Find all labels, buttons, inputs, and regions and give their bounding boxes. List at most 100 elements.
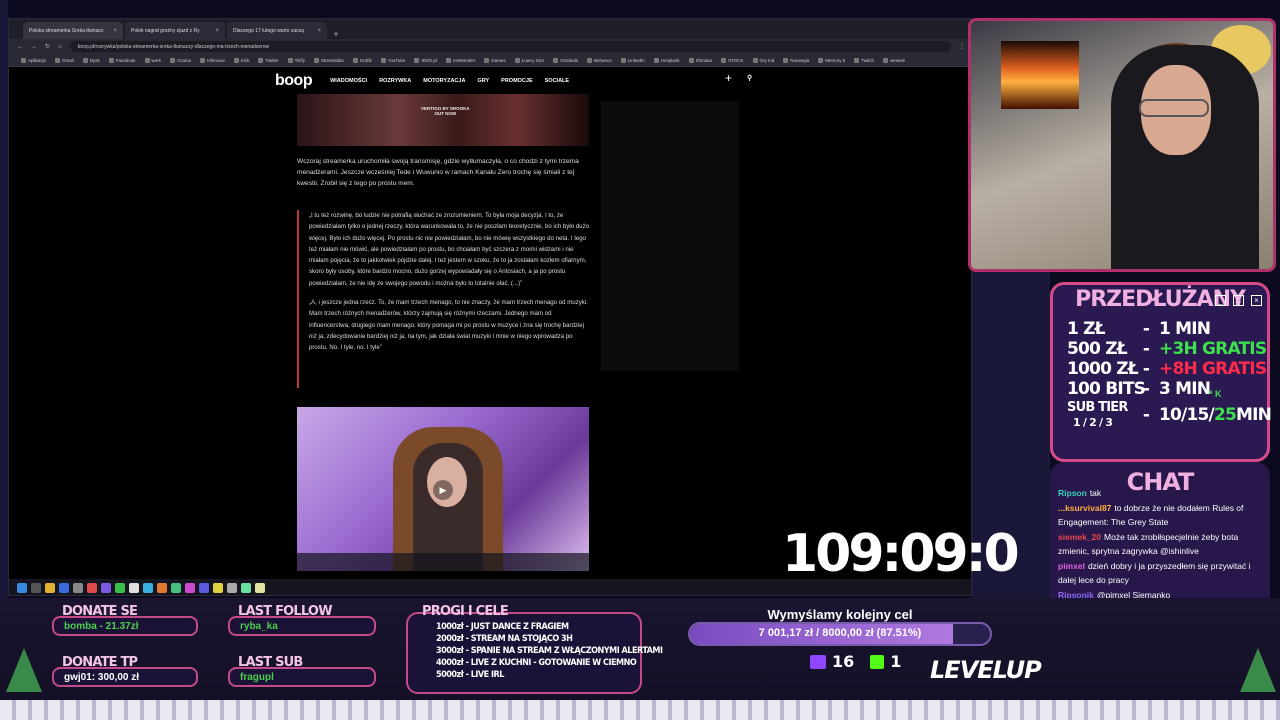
bookmark-item[interactable]: Behance xyxy=(587,57,612,63)
chat-username[interactable]: ...ksurvival87 xyxy=(1058,503,1111,513)
bookmark-item[interactable]: Gry Ind xyxy=(752,57,774,63)
forward-icon[interactable]: → xyxy=(31,44,37,50)
platform-sub-counts: 16 1 xyxy=(810,652,901,671)
bookmark-icon xyxy=(688,57,694,63)
bookmark-item[interactable]: LinkedIn xyxy=(620,57,645,63)
app-icon[interactable] xyxy=(101,583,111,593)
bookmark-label: IRZO.pl xyxy=(421,57,437,63)
back-icon[interactable]: ← xyxy=(17,44,23,50)
app-icon[interactable] xyxy=(73,583,83,593)
play-icon[interactable]: ▶ xyxy=(433,480,453,500)
home-icon[interactable]: ⌂ xyxy=(58,44,62,50)
nav-item[interactable]: GRY xyxy=(477,78,489,84)
app-icon[interactable] xyxy=(129,583,139,593)
bookmark-item[interactable]: Oculus xyxy=(170,57,191,63)
article-quote: „I tu też rozwinę, bo ludzie nie potrafi… xyxy=(297,210,589,388)
app-icon[interactable] xyxy=(157,583,167,593)
app-icon[interactable] xyxy=(241,583,251,593)
bookmark-item[interactable]: work xyxy=(144,57,161,63)
browser-tab-3[interactable]: Dlaczego 17 lutego warto zaczą × xyxy=(227,22,327,39)
subathon-rates-panel: PRZEDŁUŻANY _ □ × 1 ZŁ -1 MIN 500 ZŁ - +3H … xyxy=(1050,282,1273,462)
chat-username[interactable]: pimxel xyxy=(1058,561,1085,571)
bookmark-item[interactable]: Games xyxy=(484,57,506,63)
bookmark-item[interactable]: Dysk xyxy=(82,57,100,63)
app-icon[interactable] xyxy=(171,583,181,593)
windows-start-icon[interactable] xyxy=(17,583,27,593)
chat-username[interactable]: siemek_20 xyxy=(1058,532,1101,542)
plus-icon[interactable]: + xyxy=(725,71,732,85)
donate-se-value: bomba - 21.37zł xyxy=(52,616,198,636)
bookmark-item[interactable]: IshinLive xyxy=(200,57,225,63)
bookmark-item[interactable]: GGdeals xyxy=(553,57,578,63)
bookmark-item[interactable]: Aplikacje xyxy=(21,57,46,63)
nav-item[interactable]: PROMOCJE xyxy=(501,78,532,84)
app-icon[interactable] xyxy=(115,583,125,593)
bookmark-icon xyxy=(653,57,659,63)
reload-icon[interactable]: ↻ xyxy=(45,43,50,50)
tree-decoration xyxy=(1240,648,1276,692)
close-icon[interactable]: × xyxy=(215,28,219,34)
app-icon[interactable] xyxy=(255,583,265,593)
bookmark-label: Streamlabs xyxy=(320,57,344,63)
bookmark-item[interactable]: Gmail xyxy=(55,57,74,63)
bookmark-item[interactable]: Kick xyxy=(233,57,249,63)
bookmark-item[interactable]: Norwegia xyxy=(783,57,810,63)
bookmark-item[interactable]: IceMonster xyxy=(445,57,475,63)
sub-tier-time-row: -10/15/25 MIN xyxy=(1133,405,1273,425)
browser-tab-1[interactable]: Polska streamerka Sroka tłumacz × xyxy=(23,22,123,39)
menu-icon[interactable]: ⋮ xyxy=(959,43,965,50)
site-logo[interactable]: boop xyxy=(275,72,313,90)
rate-row: 1000 ZŁ - +8H GRATIS xyxy=(1067,359,1267,379)
bookmark-label: Norwegia xyxy=(790,57,810,63)
rate-time: +3H GRATIS xyxy=(1159,339,1267,359)
url-input[interactable]: boop.pl/rozrywka/polska-streamerka-sroka… xyxy=(69,41,951,52)
bookmark-item[interactable]: Streamlabs xyxy=(313,57,344,63)
bookmark-label: Shindan xyxy=(695,57,713,63)
bookmark-item[interactable]: Grafik xyxy=(352,57,372,63)
bookmark-item[interactable]: YouTube xyxy=(380,57,405,63)
chat-username[interactable]: Ripson xyxy=(1058,488,1087,498)
browser-tab-2[interactable]: Polek nagrał groźny zjazd z Ry × xyxy=(125,22,225,39)
app-icon[interactable] xyxy=(87,583,97,593)
bookmark-item[interactable]: wewele xyxy=(883,57,905,63)
bookmark-icon xyxy=(144,57,150,63)
folder-icon[interactable] xyxy=(45,583,55,593)
fireplace-tv xyxy=(1001,41,1079,109)
bookmark-item[interactable]: IRZO.pl xyxy=(414,57,437,63)
bookmark-item[interactable]: Memory 5 xyxy=(818,57,845,63)
address-bar: ← → ↻ ⌂ boop.pl/rozrywka/polska-streamer… xyxy=(9,39,971,54)
nav-item[interactable]: WIADOMOŚCI xyxy=(330,78,367,84)
app-icon[interactable] xyxy=(185,583,195,593)
new-tab-icon[interactable]: + xyxy=(329,29,343,39)
goal-item: 1000zł - JUST DANCE Z FRAGIEM xyxy=(436,622,569,632)
app-icon[interactable] xyxy=(227,583,237,593)
search-icon[interactable]: ⚲ xyxy=(747,74,752,82)
app-icon[interactable] xyxy=(143,583,153,593)
tree-decoration xyxy=(6,648,42,692)
nav-item[interactable]: MOTORYZACJA xyxy=(423,78,465,84)
nav-item[interactable]: SOCIALE xyxy=(545,78,569,84)
search-icon[interactable] xyxy=(31,583,41,593)
chrome-icon[interactable] xyxy=(213,583,223,593)
bookmark-item[interactable]: Shindan xyxy=(688,57,713,63)
bookmark-item[interactable]: Unsplash xyxy=(653,57,680,63)
bookmark-item[interactable]: Twitter xyxy=(258,57,279,63)
hero-caption: VERTIGO BY SROOKA OUT NOW xyxy=(421,106,470,116)
app-icon[interactable] xyxy=(199,583,209,593)
bookmark-item[interactable]: Facebook xyxy=(108,57,136,63)
bookmark-icon xyxy=(721,57,727,63)
bookmark-item[interactable]: Łowcy Gier xyxy=(514,57,544,63)
nav-item[interactable]: ROZRYWKA xyxy=(379,78,411,84)
bookmark-item[interactable]: Tiltify xyxy=(287,57,305,63)
webcam-frame xyxy=(968,18,1276,272)
bookmark-label: STOCK xyxy=(728,57,744,63)
bookmark-item[interactable]: STOCK xyxy=(721,57,744,63)
bookmark-item[interactable]: Twitch xyxy=(854,57,874,63)
hero-image: VERTIGO BY SROOKA OUT NOW xyxy=(297,94,589,146)
app-icon[interactable] xyxy=(59,583,69,593)
close-icon[interactable]: × xyxy=(317,28,321,34)
bookmark-label: Twitter xyxy=(265,57,279,63)
embedded-video[interactable]: ▶ xyxy=(297,407,589,571)
close-icon[interactable]: × xyxy=(113,28,117,34)
bookmark-icon xyxy=(258,57,264,63)
